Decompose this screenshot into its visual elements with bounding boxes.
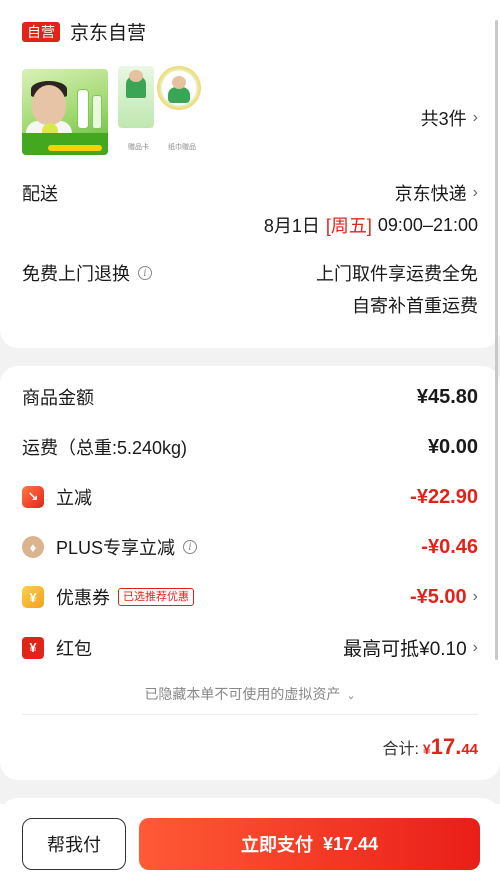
pay-now-button[interactable]: 立即支付 ¥17.44 xyxy=(139,818,480,870)
product-count-row[interactable]: 共3件 › xyxy=(22,105,478,131)
return-label: 免费上门退换 xyxy=(22,264,130,284)
total-label: 合计: xyxy=(382,741,419,758)
info-icon[interactable]: i xyxy=(138,266,152,280)
shipping-row: 运费（总重:5.240kg) ¥0.00 xyxy=(22,434,478,460)
shop-header[interactable]: 自营 京东自营 xyxy=(22,18,478,45)
coupon-label: 优惠券 xyxy=(56,588,110,608)
bottom-action-bar: 帮我付 立即支付 ¥17.44 xyxy=(0,804,500,894)
product-caption: 赠品卡 xyxy=(128,144,149,151)
help-pay-button[interactable]: 帮我付 xyxy=(22,818,126,870)
plus-discount-value: -¥0.46 xyxy=(421,535,478,558)
return-line1: 上门取件享运费全免 xyxy=(316,264,478,284)
hidden-assets-note: 已隐藏本单不可使用的虚拟资产 xyxy=(144,686,341,702)
divider xyxy=(22,714,478,715)
hongbao-label: 红包 xyxy=(56,638,92,659)
product-image-gift-tissue[interactable] xyxy=(157,66,201,110)
coupon-selected-tag: 已选推荐优惠 xyxy=(118,588,194,606)
discount-value: -¥22.90 xyxy=(410,485,478,508)
total-integer: 17. xyxy=(430,734,462,759)
goods-amount-value: ¥45.80 xyxy=(416,385,478,408)
red-envelope-icon: ¥ xyxy=(22,636,44,659)
delivery-carrier: 京东快递 xyxy=(394,184,467,204)
self-operated-badge: 自营 xyxy=(22,21,60,42)
total-decimal: 44 xyxy=(461,741,478,758)
chevron-right-icon: › xyxy=(472,184,478,201)
discount-row: ↘ 立减 -¥22.90 xyxy=(22,484,478,510)
goods-amount-row: 商品金额 ¥45.80 xyxy=(22,384,478,410)
delivery-row[interactable]: 配送 京东快递 › xyxy=(22,180,478,206)
discount-label: 立减 xyxy=(56,488,92,508)
total-row: 合计: ¥ 17. 44 xyxy=(22,734,478,760)
plus-discount-row: ♦ PLUS专享立减 i -¥0.46 xyxy=(22,534,478,560)
total-currency: ¥ xyxy=(422,741,431,757)
coupon-row[interactable]: ¥ 优惠券 已选推荐优惠 -¥5.00 › xyxy=(22,584,478,610)
chevron-down-icon: ⌄ xyxy=(346,690,356,702)
scrollbar[interactable] xyxy=(495,20,498,660)
coupon-icon: ¥ xyxy=(22,586,44,608)
hongbao-row[interactable]: ¥ 红包 最高可抵¥0.10 › xyxy=(22,634,478,661)
product-caption: 纸巾赠品 xyxy=(168,144,196,151)
chevron-right-icon: › xyxy=(472,109,478,126)
coupon-value: -¥5.00 xyxy=(409,585,467,608)
hidden-assets-toggle[interactable]: 已隐藏本单不可使用的虚拟资产 ⌄ xyxy=(0,684,500,704)
return-line2: 自寄补首重运费 xyxy=(352,296,478,316)
return-row[interactable]: 免费上门退换 i 上门取件享运费全免 xyxy=(22,260,478,286)
shipping-label: 运费（总重:5.240kg) xyxy=(22,438,188,458)
return-row-2: 自寄补首重运费 xyxy=(22,292,478,318)
shop-card: 自营 京东自营 赠品卡 纸巾赠品 共3件 › 配送 京东快递 › 8月1日 [周… xyxy=(0,0,500,348)
shipping-value: ¥0.00 xyxy=(427,435,478,458)
pay-now-label: 立即支付 xyxy=(240,835,313,855)
shop-name[interactable]: 京东自营 xyxy=(70,18,146,45)
info-icon[interactable]: i xyxy=(183,540,198,554)
delivery-label: 配送 xyxy=(22,184,58,204)
delivery-time-row[interactable]: 8月1日 [周五] 09:00–21:00 xyxy=(22,212,478,238)
price-card: 商品金额 ¥45.80 运费（总重:5.240kg) ¥0.00 ↘ 立减 -¥… xyxy=(0,366,500,780)
delivery-time: 09:00–21:00 xyxy=(377,214,478,235)
chevron-right-icon: › xyxy=(472,588,478,605)
goods-amount-label: 商品金额 xyxy=(22,388,94,408)
plus-discount-label: PLUS专享立减 xyxy=(56,538,176,558)
chevron-right-icon: › xyxy=(472,638,478,656)
delivery-weekday: [周五] xyxy=(325,216,372,236)
pay-now-amount: ¥17.44 xyxy=(322,833,379,854)
hongbao-value: 最高可抵¥0.10 xyxy=(343,639,467,660)
delivery-date: 8月1日 xyxy=(263,216,320,236)
plus-member-icon: ♦ xyxy=(22,536,44,558)
product-count: 共3件 xyxy=(420,109,467,129)
down-arrow-icon: ↘ xyxy=(22,486,44,508)
